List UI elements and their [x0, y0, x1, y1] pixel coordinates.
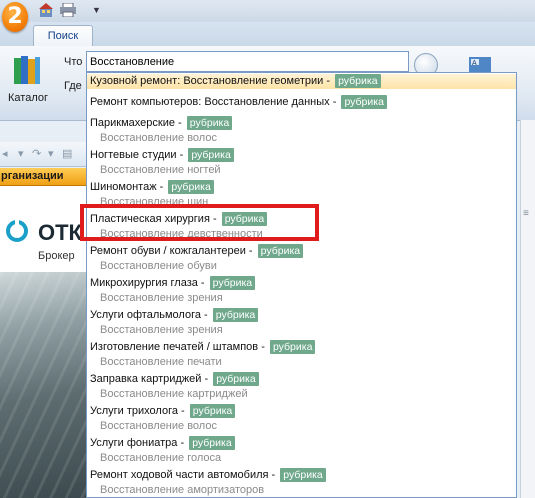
- dropdown-arrow-icon[interactable]: ▾: [18, 147, 24, 160]
- suggestion-subtitle: Восстановление волос: [100, 420, 217, 432]
- suggestion-title: Услуги фониатра -: [90, 437, 188, 449]
- suggestion-subtitle: Восстановление печати: [100, 356, 222, 368]
- suggestion-subtitle: Восстановление голоса: [100, 452, 222, 464]
- suggestion-item[interactable]: Изготовление печатей / штампов - рубрика…: [90, 340, 514, 369]
- suggestion-title: Микрохирургия глаза -: [90, 277, 208, 289]
- suggestion-item[interactable]: Шиномонтаж - рубрика Восстановление шин: [90, 180, 514, 209]
- category-badge: рубрика: [189, 436, 235, 450]
- category-badge: рубрика: [212, 308, 259, 322]
- suggestion-title: Парикмахерские -: [90, 117, 185, 129]
- suggestion-title: Заправка картриджей -: [90, 373, 212, 385]
- suggestion-title: Ногтевые студии -: [90, 149, 187, 161]
- category-badge: рубрика: [341, 95, 387, 109]
- suggestion-item[interactable]: Услуги фониатра - рубрика Восстановление…: [90, 436, 514, 465]
- app-logo-icon[interactable]: 2: [2, 2, 28, 32]
- suggestion-subtitle: Восстановление обуви: [100, 260, 217, 272]
- dropdown-arrow-icon[interactable]: ▾: [48, 147, 54, 160]
- suggestion-title: Услуги офтальмолога -: [90, 309, 211, 321]
- suggestion-item[interactable]: Пластическая хирургия - рубрика Восстано…: [90, 212, 514, 241]
- category-badge: рубрика: [188, 148, 234, 162]
- category-badge: рубрика: [213, 372, 259, 386]
- suggestion-item[interactable]: Ногтевые студии - рубрика Восстановление…: [90, 148, 514, 177]
- suggestion-title: Кузовной ремонт: Восстановление геометри…: [90, 75, 334, 87]
- what-label: Что: [64, 56, 83, 68]
- suggestion-item[interactable]: Ремонт ходовой части автомобиля - рубрик…: [90, 468, 514, 497]
- suggestion-item[interactable]: Услуги трихолога - рубрика Восстановлени…: [90, 404, 514, 433]
- title-bar: 2 ▼: [0, 0, 535, 32]
- suggestion-title: Ремонт компьютеров: Восстановление данны…: [90, 96, 340, 108]
- category-badge: рубрика: [221, 212, 268, 226]
- suggestion-subtitle: Восстановление амортизаторов: [100, 484, 265, 496]
- suggestion-subtitle: Восстановление зрения: [100, 324, 223, 336]
- search-suggestions-dropdown[interactable]: Кузовной ремонт: Восстановление геометри…: [86, 72, 517, 498]
- suggestion-item[interactable]: Ремонт компьютеров: Восстановление данны…: [90, 95, 514, 110]
- background-photo: [0, 272, 86, 498]
- catalog-books-icon[interactable]: [12, 54, 42, 86]
- suggestion-item[interactable]: Заправка картриджей - рубрика Восстановл…: [90, 372, 514, 401]
- where-label: Где: [64, 80, 82, 92]
- print-icon[interactable]: [60, 3, 76, 17]
- brand-name: ОТК: [38, 220, 82, 245]
- catalog-button-label[interactable]: Каталог: [8, 92, 48, 104]
- brand-subtitle: Брокер: [38, 250, 75, 262]
- ribbon-tab-strip: Поиск: [0, 22, 535, 47]
- suggestion-item[interactable]: Кузовной ремонт: Восстановление геометри…: [87, 74, 516, 89]
- suggestion-subtitle: Восстановление зрения: [100, 292, 223, 304]
- suggestion-subtitle: Восстановление ногтей: [100, 164, 221, 176]
- suggestion-item[interactable]: Ремонт обуви / кожгалантереи - рубрика В…: [90, 244, 514, 273]
- category-badge: рубрика: [280, 468, 326, 482]
- suggestion-title: Шиномонтаж -: [90, 181, 167, 193]
- suggestion-subtitle: Восстановление волос: [100, 132, 217, 144]
- suggestion-title: Ремонт ходовой части автомобиля -: [90, 469, 279, 481]
- category-badge: рубрика: [168, 180, 214, 194]
- suggestion-title: Ремонт обуви / кожгалантереи -: [90, 245, 256, 257]
- svg-text:A: A: [472, 60, 477, 67]
- search-input[interactable]: [86, 51, 409, 72]
- print-icon[interactable]: ▤: [62, 147, 72, 160]
- scrollbar-grip-icon[interactable]: ≡: [523, 208, 529, 219]
- category-badge: рубрика: [186, 116, 233, 130]
- category-badge: рубрика: [189, 404, 236, 418]
- navigation-toolbar: [0, 142, 86, 167]
- category-badge: рубрика: [335, 74, 381, 88]
- suggestion-item[interactable]: Микрохирургия глаза - рубрика Восстановл…: [90, 276, 514, 305]
- category-badge: рубрика: [269, 340, 316, 354]
- tab-search[interactable]: Поиск: [33, 25, 93, 47]
- organizations-header: рганизации: [0, 168, 87, 186]
- home-icon[interactable]: [38, 3, 54, 17]
- forward-arrow-icon[interactable]: ↷: [32, 147, 41, 160]
- suggestion-subtitle: Восстановление девственности: [100, 228, 263, 240]
- customize-quick-access-icon[interactable]: ▼: [92, 5, 108, 19]
- suggestion-title: Услуги трихолога -: [90, 405, 188, 417]
- suggestion-title: Пластическая хирургия -: [90, 213, 220, 225]
- brand-logo-icon: [6, 219, 28, 242]
- suggestion-title: Изготовление печатей / штампов -: [90, 341, 268, 353]
- suggestion-item[interactable]: Парикмахерские - рубрика Восстановление …: [90, 116, 514, 145]
- category-badge: рубрика: [257, 244, 304, 258]
- suggestion-item[interactable]: Услуги офтальмолога - рубрика Восстановл…: [90, 308, 514, 337]
- suggestion-subtitle: Восстановление шин: [100, 196, 209, 208]
- category-badge: рубрика: [209, 276, 256, 290]
- suggestion-subtitle: Восстановление картриджей: [100, 388, 248, 400]
- right-scroll-area[interactable]: [520, 120, 535, 498]
- back-arrow-icon[interactable]: ◂: [2, 147, 8, 160]
